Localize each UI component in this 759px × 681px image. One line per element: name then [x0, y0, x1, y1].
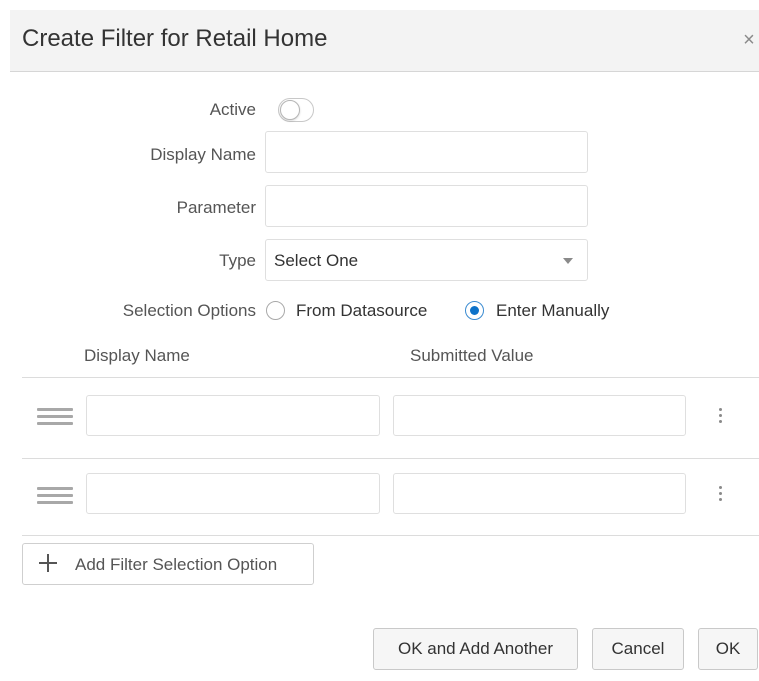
more-options-icon[interactable]: [713, 484, 727, 504]
ok-button[interactable]: OK: [698, 628, 758, 670]
drag-handle-icon[interactable]: [37, 487, 73, 507]
enter-manually-radio[interactable]: [465, 301, 484, 320]
type-label: Type: [219, 251, 256, 270]
active-toggle[interactable]: [278, 98, 314, 122]
divider: [22, 377, 759, 378]
option-display-name-input[interactable]: [86, 473, 380, 514]
divider: [22, 535, 759, 536]
add-filter-selection-option-label: Add Filter Selection Option: [75, 555, 278, 574]
chevron-down-icon: [563, 258, 573, 264]
parameter-label: Parameter: [176, 198, 256, 217]
enter-manually-label[interactable]: Enter Manually: [496, 301, 609, 321]
option-display-name-input[interactable]: [86, 395, 380, 436]
drag-handle-icon[interactable]: [37, 408, 73, 428]
more-options-icon[interactable]: [713, 406, 727, 426]
ok-and-add-another-button[interactable]: OK and Add Another: [373, 628, 578, 670]
cancel-button[interactable]: Cancel: [592, 628, 684, 670]
toggle-knob: [280, 100, 300, 120]
from-datasource-label[interactable]: From Datasource: [296, 301, 427, 321]
dialog-header: Create Filter for Retail Home ×: [10, 10, 759, 72]
dialog-title: Create Filter for Retail Home: [22, 25, 328, 52]
divider: [22, 458, 759, 459]
close-icon[interactable]: ×: [741, 30, 757, 50]
type-select[interactable]: Select One: [265, 239, 588, 281]
display-name-field[interactable]: [265, 131, 588, 173]
display-name-label: Display Name: [150, 145, 256, 164]
parameter-field[interactable]: [265, 185, 588, 227]
column-header-submitted-value: Submitted Value: [410, 346, 534, 365]
plus-icon: [38, 553, 58, 573]
option-submitted-value-input[interactable]: [393, 473, 686, 514]
active-label: Active: [209, 100, 256, 119]
option-submitted-value-input[interactable]: [393, 395, 686, 436]
selection-options-label: Selection Options: [122, 301, 256, 320]
from-datasource-radio[interactable]: [266, 301, 285, 320]
type-select-value: Select One: [274, 251, 359, 270]
column-header-display-name: Display Name: [84, 346, 190, 365]
create-filter-dialog: Create Filter for Retail Home × Active D…: [0, 0, 759, 681]
add-filter-selection-option-button[interactable]: Add Filter Selection Option: [22, 543, 314, 585]
